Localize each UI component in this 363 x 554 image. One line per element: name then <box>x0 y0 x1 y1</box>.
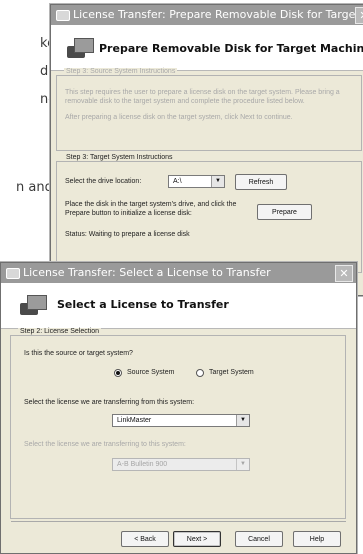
back-window-title: License Transfer: Prepare Removable Disk… <box>73 8 363 21</box>
transfer-to-select: A-B Bulletin 900 ▼ <box>112 458 250 471</box>
front-window-header: Select a License to Transfer <box>1 283 356 329</box>
source-target-question: Is this the source or target system? <box>24 350 133 357</box>
background-text-4: n and <box>16 180 53 195</box>
refresh-button[interactable]: Refresh <box>235 174 287 190</box>
source-system-label[interactable]: Source System <box>127 369 174 376</box>
license-selection-group: Step 2: License Selection Is this the so… <box>10 328 346 519</box>
step-source-text1: This step requires the user to prepare a… <box>65 89 340 105</box>
status-text: Status: Waiting to prepare a license dis… <box>65 231 190 238</box>
close-icon[interactable]: ✕ <box>335 265 353 282</box>
front-window-title: License Transfer: Select a License to Tr… <box>23 266 271 279</box>
transfer-from-select[interactable]: LinkMaster ▼ <box>112 414 250 427</box>
back-window-header-title: Prepare Removable Disk for Target Machin… <box>99 42 363 55</box>
transfer-to-label: Select the license we are transferring t… <box>24 441 186 448</box>
close-icon[interactable]: ✕ <box>355 7 363 24</box>
drive-location-value: A:\ <box>173 178 182 185</box>
prepare-button[interactable]: Prepare <box>257 204 312 220</box>
license-transfer-icon <box>67 38 94 58</box>
target-system-radio[interactable] <box>196 369 204 377</box>
back-window-titlebar[interactable]: License Transfer: Prepare Removable Disk… <box>51 5 363 25</box>
front-window: License Transfer: Select a License to Tr… <box>0 262 357 554</box>
step-source-legend: Step 3: Source System Instructions <box>64 68 178 75</box>
window-icon <box>6 268 20 279</box>
back-window-header: Prepare Removable Disk for Target Machin… <box>51 25 363 71</box>
transfer-to-value: A-B Bulletin 900 <box>117 461 168 468</box>
drive-location-select[interactable]: A:\ ▼ <box>168 175 225 188</box>
footer-divider <box>11 521 346 522</box>
source-system-radio[interactable] <box>114 369 122 377</box>
front-window-header-title: Select a License to Transfer <box>57 298 229 311</box>
back-window: License Transfer: Prepare Removable Disk… <box>50 4 363 296</box>
help-button[interactable]: Help <box>293 531 341 547</box>
back-button[interactable]: < Back <box>121 531 169 547</box>
dropdown-arrow-icon[interactable]: ▼ <box>211 176 224 187</box>
step-target-group: Step 3: Target System Instructions Selec… <box>56 154 362 273</box>
transfer-from-value: LinkMaster <box>117 417 152 424</box>
target-system-label[interactable]: Target System <box>209 369 254 376</box>
license-transfer-icon <box>20 295 47 315</box>
step-source-text2: After preparing a license disk on the ta… <box>65 114 293 121</box>
step-target-legend: Step 3: Target System Instructions <box>64 154 175 161</box>
step-source-group: Step 3: Source System Instructions This … <box>56 68 362 151</box>
window-icon <box>56 10 70 21</box>
cancel-button[interactable]: Cancel <box>235 531 283 547</box>
transfer-from-label: Select the license we are transferring f… <box>24 399 195 406</box>
drive-location-label: Select the drive location: <box>65 178 142 185</box>
insert-disk-text: Place the disk in the target system's dr… <box>65 201 237 217</box>
next-button[interactable]: Next > <box>173 531 221 547</box>
dropdown-arrow-icon[interactable]: ▼ <box>236 415 249 426</box>
license-selection-legend: Step 2: License Selection <box>18 328 101 335</box>
front-window-titlebar[interactable]: License Transfer: Select a License to Tr… <box>1 263 356 283</box>
dropdown-arrow-icon: ▼ <box>236 459 249 470</box>
